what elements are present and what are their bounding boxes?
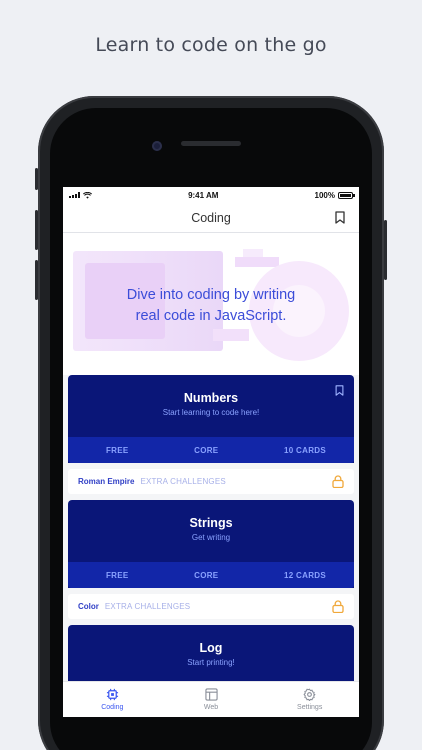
challenge-name: Color	[78, 602, 99, 611]
hero-decoration	[235, 257, 279, 267]
course-subtitle: Start printing!	[187, 658, 235, 667]
course-meta: FREE CORE 10 CARDS	[68, 437, 354, 463]
bookmark-icon[interactable]	[335, 211, 345, 224]
course-numbers: Numbers Start learning to code here! FRE…	[68, 375, 354, 494]
app-screen: 9:41 AM 100% Coding Dive into coding by …	[63, 187, 359, 717]
side-button-silent	[35, 168, 38, 190]
tab-bar: Coding Web Settings	[63, 681, 359, 717]
course-price: FREE	[106, 445, 129, 455]
tab-label: Settings	[297, 704, 323, 711]
hero-decoration	[213, 329, 249, 341]
course-subtitle: Get writing	[191, 533, 231, 542]
hero-text: Dive into coding by writing real code in…	[63, 285, 359, 327]
course-card[interactable]: Log Start printing!	[68, 625, 354, 687]
challenge-name: Roman Empire	[78, 477, 135, 486]
course-title: Numbers	[183, 391, 239, 405]
lock-icon	[332, 600, 344, 613]
page-title: Coding	[191, 210, 231, 225]
course-level: CORE	[194, 570, 219, 580]
course-card-count: 12 CARDS	[284, 570, 326, 580]
course-title: Strings	[189, 516, 233, 530]
extra-challenge-row[interactable]: Roman Empire EXTRA CHALLENGES	[68, 469, 354, 494]
course-title: Log	[199, 641, 223, 655]
wifi-icon	[83, 191, 92, 199]
side-button-power	[384, 220, 387, 280]
gear-icon	[303, 688, 316, 701]
course-card[interactable]: Numbers Start learning to code here! FRE…	[68, 375, 354, 463]
tab-web[interactable]: Web	[162, 682, 261, 717]
extra-challenge-row[interactable]: Color EXTRA CHALLENGES	[68, 594, 354, 619]
side-button-volume-up	[35, 210, 38, 250]
hero-banner: Dive into coding by writing real code in…	[63, 233, 359, 375]
course-card-count: 10 CARDS	[284, 445, 326, 455]
side-button-volume-down	[35, 260, 38, 300]
tab-coding[interactable]: Coding	[63, 682, 162, 717]
hero-line: Dive into coding by writing	[126, 287, 296, 303]
course-strings: Strings Get writing FREE CORE 12 CARDS C…	[68, 500, 354, 619]
battery-percent: 100%	[314, 190, 335, 200]
signal-icon	[69, 192, 80, 198]
status-time: 9:41 AM	[188, 190, 219, 200]
course-subtitle: Start learning to code here!	[162, 408, 260, 417]
nav-bar: Coding	[63, 203, 359, 233]
course-card[interactable]: Strings Get writing FREE CORE 12 CARDS	[68, 500, 354, 588]
course-price: FREE	[106, 570, 129, 580]
tab-label: Coding	[101, 704, 124, 711]
bookmark-icon[interactable]	[335, 385, 344, 396]
hero-decoration	[243, 249, 263, 257]
course-log: Log Start printing!	[68, 625, 354, 687]
course-meta: FREE CORE 12 CARDS	[68, 562, 354, 588]
tab-settings[interactable]: Settings	[260, 682, 359, 717]
earpiece-speaker	[181, 141, 241, 146]
battery-icon	[337, 191, 355, 199]
hero-line: real code in JavaScript.	[135, 308, 287, 324]
challenge-tag: EXTRA CHALLENGES	[104, 602, 191, 611]
browser-icon	[204, 688, 218, 701]
course-level: CORE	[194, 445, 219, 455]
challenge-tag: EXTRA CHALLENGES	[140, 477, 226, 486]
chip-icon	[106, 688, 118, 701]
status-bar: 9:41 AM 100%	[63, 187, 359, 203]
front-camera	[152, 141, 162, 151]
headline: Learn to code on the go	[95, 34, 327, 56]
tab-label: Web	[203, 704, 219, 711]
lock-icon	[332, 475, 344, 488]
